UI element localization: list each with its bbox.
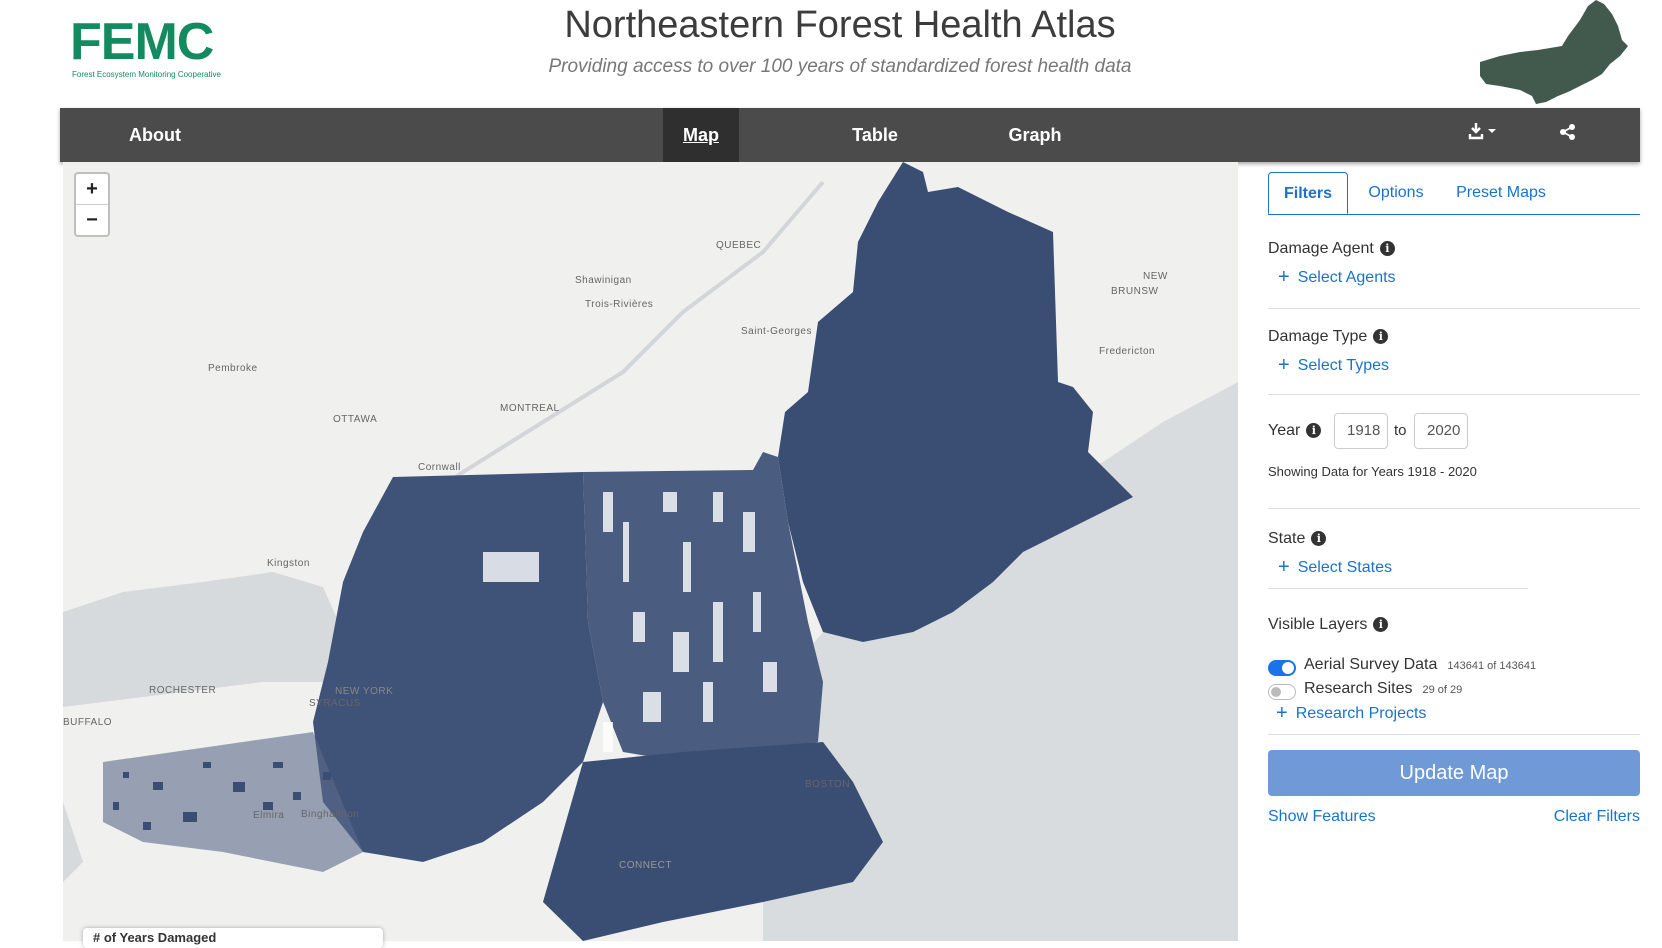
label-connecticut: CONNECT	[619, 860, 672, 871]
label-fredericton: Fredericton	[1099, 346, 1156, 357]
label-rochester: ROCHESTER	[149, 685, 217, 696]
research-sites-count: 29 of 29	[1422, 684, 1463, 696]
year-to-word: to	[1394, 422, 1407, 439]
northeast-region-icon	[1480, 0, 1628, 104]
plus-icon: +	[1278, 266, 1290, 288]
label-pembroke: Pembroke	[208, 363, 258, 374]
page-title: Northeastern Forest Health Atlas	[564, 4, 1116, 46]
divider	[1268, 308, 1640, 309]
info-icon[interactable]: i	[1379, 241, 1395, 256]
logo-text: FEMC	[70, 13, 214, 71]
label-trois-rivieres: Trois-Rivières	[585, 299, 654, 310]
divider	[1268, 394, 1640, 395]
page-subtitle: Providing access to over 100 years of st…	[548, 56, 1132, 77]
plus-icon: +	[1278, 354, 1290, 376]
label-cornwall: Cornwall	[418, 462, 461, 473]
state-label: State i	[1268, 530, 1327, 548]
zoom-control: + −	[74, 172, 110, 237]
femc-logo[interactable]: FEMC Forest Ecosystem Monitoring Coopera…	[70, 14, 240, 84]
damage-type-label: Damage Type i	[1268, 328, 1389, 346]
tab-options[interactable]: Options	[1356, 172, 1436, 214]
label-montreal: MONTREAL	[500, 403, 560, 414]
label-boston: BOSTON	[805, 779, 851, 790]
plus-icon: +	[1278, 556, 1290, 578]
research-projects-text: Research Projects	[1295, 705, 1427, 722]
year-text: Year	[1268, 422, 1301, 439]
visible-layers-text: Visible Layers	[1268, 616, 1368, 633]
nav-map[interactable]: Map	[663, 108, 739, 162]
clear-filters-link[interactable]: Clear Filters	[1554, 808, 1640, 826]
year-label: Year i	[1268, 422, 1322, 440]
aerial-survey-layer: Aerial Survey Data 143641 of 143641	[1304, 656, 1536, 674]
forest-health-map[interactable]: QUEBEC Shawinigan Trois-Rivières Saint-G…	[63, 162, 1238, 941]
divider	[1268, 588, 1528, 589]
label-kingston: Kingston	[267, 558, 310, 569]
nav-about[interactable]: About	[100, 108, 210, 162]
zoom-in-button[interactable]: +	[76, 174, 108, 205]
select-states-text: Select States	[1297, 559, 1392, 576]
research-sites-layer: Research Sites 29 of 29	[1304, 680, 1462, 698]
new-york-damage-region	[313, 472, 603, 862]
aerial-survey-label: Aerial Survey Data	[1304, 656, 1438, 673]
info-icon[interactable]: i	[1311, 531, 1327, 546]
download-icon[interactable]	[1460, 108, 1510, 162]
sidebar-tabs: Filters Options Preset Maps	[1268, 172, 1640, 215]
research-sites-label: Research Sites	[1304, 680, 1413, 697]
label-syracuse: SYRACUS	[309, 698, 361, 709]
tab-preset-maps[interactable]: Preset Maps	[1446, 172, 1556, 214]
aerial-survey-count: 143641 of 143641	[1447, 660, 1537, 672]
map-canvas	[63, 162, 1238, 941]
divider	[1268, 508, 1640, 509]
damage-type-text: Damage Type	[1268, 328, 1368, 345]
label-buffalo: BUFFALO	[63, 717, 113, 728]
label-quebec: QUEBEC	[716, 240, 762, 251]
damage-agent-text: Damage Agent	[1268, 240, 1374, 257]
zoom-out-button[interactable]: −	[76, 205, 108, 235]
label-binghamton: Binghamton	[301, 809, 360, 820]
research-sites-toggle[interactable]	[1268, 684, 1296, 700]
label-new-brunswick-2: BRUNSW	[1111, 286, 1159, 297]
show-features-link[interactable]: Show Features	[1268, 808, 1376, 826]
divider	[1268, 734, 1640, 735]
research-projects-link[interactable]: + Research Projects	[1276, 702, 1426, 725]
select-types-text: Select Types	[1297, 357, 1389, 374]
select-agents-link[interactable]: + Select Agents	[1278, 266, 1396, 289]
visible-layers-label: Visible Layers i	[1268, 616, 1389, 634]
year-to-input[interactable]: 2020	[1414, 413, 1468, 449]
select-types-link[interactable]: + Select Types	[1278, 354, 1389, 377]
label-ottawa: OTTAWA	[333, 414, 378, 425]
select-agents-text: Select Agents	[1297, 269, 1396, 286]
nav-graph[interactable]: Graph	[980, 108, 1090, 162]
info-icon[interactable]: i	[1306, 423, 1322, 438]
damage-agent-label: Damage Agent i	[1268, 240, 1395, 258]
info-icon[interactable]: i	[1373, 617, 1389, 632]
nav-table[interactable]: Table	[820, 108, 930, 162]
showing-years-text: Showing Data for Years 1918 - 2020	[1268, 464, 1477, 479]
label-saint-georges: Saint-Georges	[741, 326, 812, 337]
label-new-york: NEW YORK	[335, 686, 394, 697]
state-text: State	[1268, 530, 1306, 547]
year-from-input[interactable]: 1918	[1334, 413, 1388, 449]
tab-filters[interactable]: Filters	[1268, 172, 1348, 214]
select-states-link[interactable]: + Select States	[1278, 556, 1392, 579]
label-shawinigan: Shawinigan	[575, 275, 632, 286]
lake-erie	[63, 802, 83, 882]
logo-subtitle: Forest Ecosystem Monitoring Cooperative	[72, 70, 221, 79]
aerial-survey-toggle[interactable]	[1268, 660, 1296, 676]
main-nav: About Map Table Graph	[60, 108, 1640, 162]
map-legend: # of Years Damaged	[83, 928, 383, 948]
plus-icon: +	[1276, 702, 1288, 724]
share-icon[interactable]	[1548, 108, 1588, 162]
label-new-brunswick-1: NEW	[1143, 271, 1168, 282]
label-elmira: Elmira	[253, 810, 285, 821]
info-icon[interactable]: i	[1373, 329, 1389, 344]
update-map-button[interactable]: Update Map	[1268, 750, 1640, 796]
